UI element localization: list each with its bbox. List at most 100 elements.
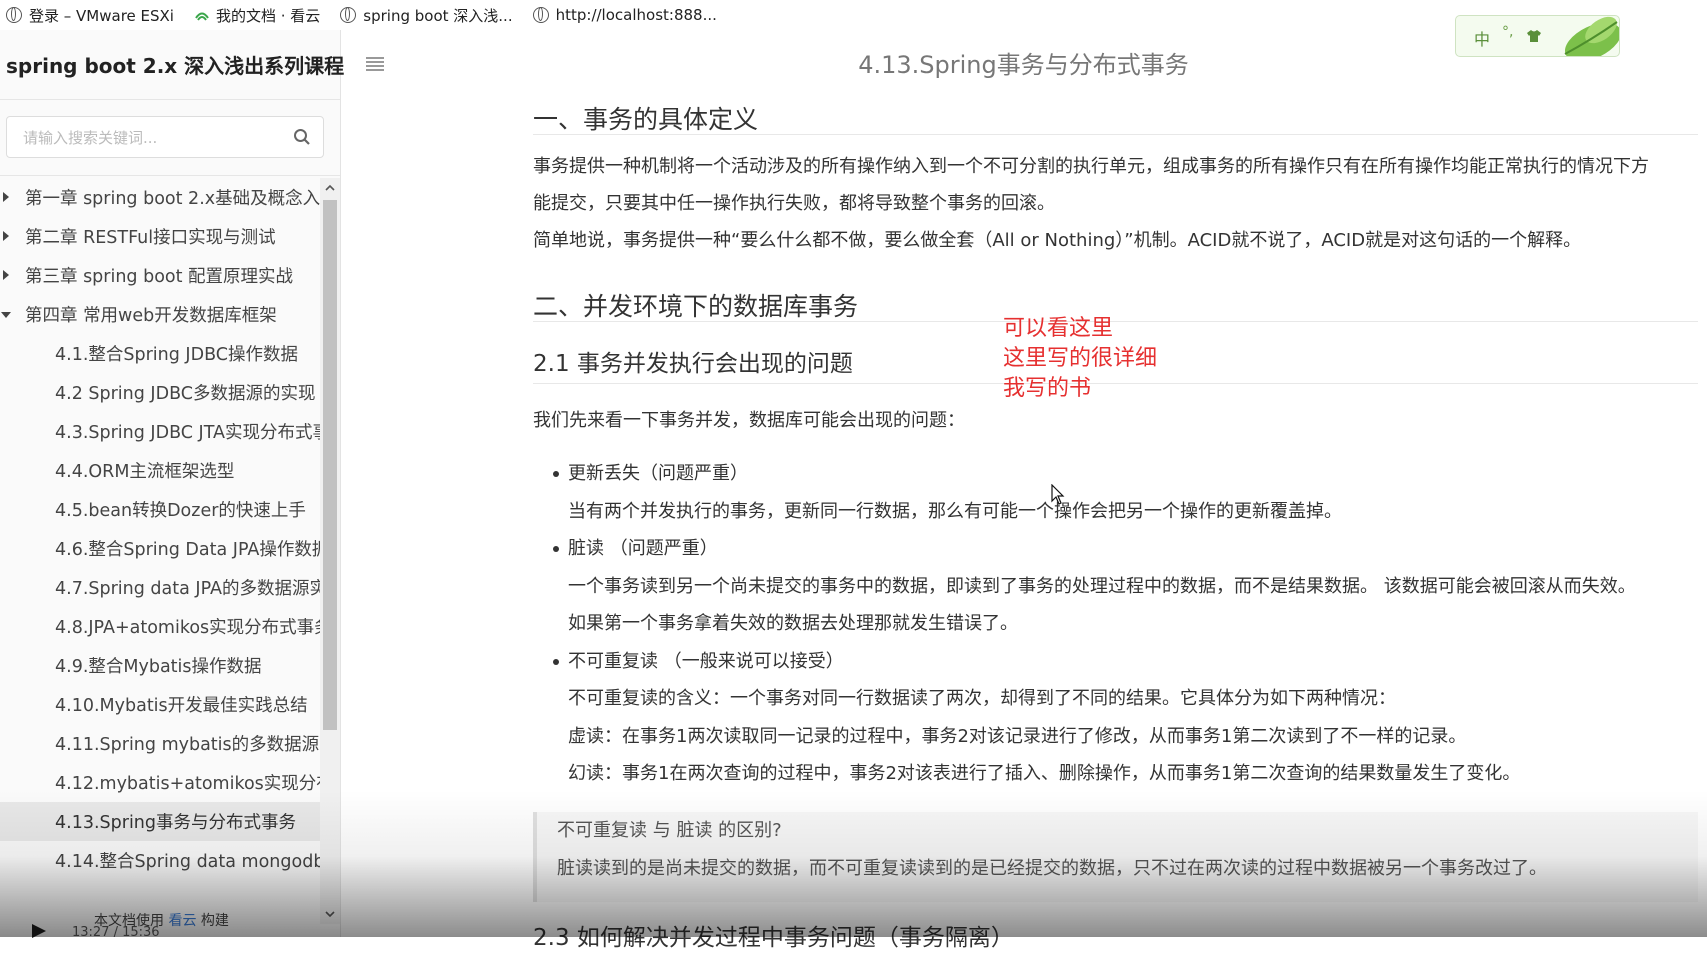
paragraph: 简单地说，事务提供一种“要么什么都不做，要么做全套（All or Nothing… xyxy=(533,230,1582,251)
toc-item-label: 4.2 Spring JDBC多数据源的实现 xyxy=(55,384,316,404)
bookmark-label: 登录 – VMware ESXi xyxy=(29,6,174,25)
ime-toolbar[interactable]: 中 °, xyxy=(1455,15,1620,57)
handwritten-annotation: 可以看这里 这里写的很详细 我写的书 xyxy=(1003,314,1157,404)
toc-item[interactable]: 4.9.整合Mybatis操作数据 xyxy=(0,646,320,685)
subsection-heading: 2.3 如何解决并发过程中事务问题（事务隔离） xyxy=(533,925,1014,951)
list-item: 不可重复读 （一般来说可以接受） 不可重复读的含义：一个事务对同一行数据读了两次… xyxy=(533,643,1698,793)
toc-item-active[interactable]: 4.13.Spring事务与分布式事务 xyxy=(0,802,320,841)
toc-item-label: 4.11.Spring mybatis的多数据源实现 xyxy=(55,735,320,755)
list-item-title: 更新丢失（问题严重） xyxy=(568,463,748,484)
toc-item-label: 4.10.Mybatis开发最佳实践总结 xyxy=(55,696,308,716)
list-item-line: 幻读：事务1在两次查询的过程中，事务2对该表进行了插入、删除操作，从而事务1第二… xyxy=(568,763,1521,784)
list-item: 脏读 （问题严重） 一个事务读到另一个尚未提交的事务中的数据，即读到了事务的处理… xyxy=(533,530,1698,643)
toc-item-label: 4.4.ORM主流框架选型 xyxy=(55,462,235,482)
chevron-down-icon[interactable] xyxy=(324,908,336,920)
list-item-line: 虚读：在事务1两次读取同一记录的过程中，事务2对该记录进行了修改，从而事务1第二… xyxy=(568,725,1467,747)
toc-item[interactable]: 4.8.JPA+atomikos实现分布式事务 xyxy=(0,607,320,646)
toc-item[interactable]: 4.7.Spring data JPA的多数据源实现 xyxy=(0,568,320,607)
divider xyxy=(0,99,340,100)
bookmark-label: 我的文档 · 看云 xyxy=(215,6,321,25)
bookmark-springboot[interactable]: spring boot 深入浅... xyxy=(340,5,513,26)
list-item-title: 脏读 （问题严重） xyxy=(568,538,718,559)
toc-item-label: 4.6.整合Spring Data JPA操作数据 xyxy=(55,540,320,560)
toc-item-label: 第二章 RESTFul接口实现与测试 xyxy=(25,228,276,248)
toc-list: 第一章 spring boot 2.x基础及概念入门 第二章 RESTFul接口… xyxy=(0,178,320,924)
issues-list: 更新丢失（问题严重） 当有两个并发执行的事务，更新同一行数据，那么有可能一个操作… xyxy=(533,455,1698,793)
toc-item[interactable]: 4.2 Spring JDBC多数据源的实现 xyxy=(0,373,320,412)
toc-item[interactable]: 4.4.ORM主流框架选型 xyxy=(0,451,320,490)
caret-right-icon[interactable] xyxy=(3,192,9,202)
globe-icon xyxy=(340,7,357,23)
annotation-line: 我写的书 xyxy=(1003,376,1092,401)
toc-item-label: 第四章 常用web开发数据库框架 xyxy=(25,306,277,326)
book-title[interactable]: spring boot 2.x 深入浅出系列课程 xyxy=(6,50,344,79)
leaf-icon xyxy=(1564,16,1619,56)
bookmark-kancloud[interactable]: 我的文档 · 看云 xyxy=(194,5,320,26)
list-item-line: 一个事务读到另一个尚未提交的事务中的数据，即读到了事务的处理过程中的数据，而不是… xyxy=(568,575,1636,597)
footer-link[interactable]: 看云 xyxy=(168,913,196,929)
caret-right-icon[interactable] xyxy=(3,231,9,241)
toc-item-label: 4.3.Spring JDBC JTA实现分布式事务 xyxy=(55,423,320,443)
toc-item[interactable]: 4.3.Spring JDBC JTA实现分布式事务 xyxy=(0,412,320,451)
shirt-icon[interactable] xyxy=(1526,29,1542,43)
blockquote: 不可重复读 与 脏读 的区别? 脏读读到的是尚未提交的数据，而不可重复读读到的是… xyxy=(533,812,1698,902)
chevron-up-icon[interactable] xyxy=(324,182,336,194)
toc-item[interactable]: 4.14.整合Spring data mongodb操作数据 xyxy=(0,841,320,880)
video-time: 13:27 / 15:36 xyxy=(72,925,160,940)
toc-item[interactable]: 4.11.Spring mybatis的多数据源实现 xyxy=(0,724,320,763)
search-icon[interactable] xyxy=(293,128,311,146)
bookmark-vmware[interactable]: 登录 – VMware ESXi xyxy=(6,5,174,26)
list-item-line: 如果第一个事务拿着失效的数据去处理那就发生错误了。 xyxy=(568,613,1018,634)
section-heading: 一、事务的具体定义 xyxy=(533,100,1698,135)
globe-icon xyxy=(532,7,549,23)
toc-item-label: 第一章 spring boot 2.x基础及概念入门 xyxy=(25,189,320,209)
toc-item[interactable]: 4.5.bean转换Dozer的快速上手 xyxy=(0,490,320,529)
bookmark-localhost[interactable]: http://localhost:888... xyxy=(532,6,717,24)
search-input[interactable] xyxy=(7,117,295,159)
toc-item[interactable]: 第三章 spring boot 配置原理实战 xyxy=(0,256,320,295)
annotation-line: 可以看这里 xyxy=(1003,316,1114,341)
list-item-line: 不可重复读的含义：一个事务对同一行数据读了两次，却得到了不同的结果。它具体分为如… xyxy=(568,688,1396,709)
bullet-icon xyxy=(553,471,559,477)
toc-item[interactable]: 4.12.mybatis+atomikos实现分布式事务 xyxy=(0,763,320,802)
search-box xyxy=(6,116,324,159)
sidebar: spring boot 2.x 深入浅出系列课程 第一章 spring boot… xyxy=(0,30,344,937)
bullet-icon xyxy=(553,546,559,552)
caret-down-icon[interactable] xyxy=(1,312,11,318)
bookmark-label: spring boot 深入浅... xyxy=(363,6,513,25)
toc-item[interactable]: 4.6.整合Spring Data JPA操作数据 xyxy=(0,529,320,568)
bookmark-label: http://localhost:888... xyxy=(555,6,717,24)
footer-suffix: 构建 xyxy=(200,913,229,929)
toc-item-label: 第三章 spring boot 配置原理实战 xyxy=(25,267,294,287)
toc-item[interactable]: 第二章 RESTFul接口实现与测试 xyxy=(0,217,320,256)
play-icon[interactable] xyxy=(30,924,48,938)
quote-title: 不可重复读 与 脏读 的区别? xyxy=(557,820,782,841)
toc-item-label: 4.1.整合Spring JDBC操作数据 xyxy=(55,345,298,365)
divider xyxy=(0,175,340,176)
paragraph: 能提交，只要其中任一操作执行失败，都将导致整个事务的回滚。 xyxy=(533,193,1055,214)
bookmarks-bar: 登录 – VMware ESXi 我的文档 · 看云 spring boot 深… xyxy=(0,0,1707,30)
list-item-line: 当有两个并发执行的事务，更新同一行数据，那么有可能一个操作会把另一个操作的更新覆… xyxy=(568,500,1342,522)
scrollbar-thumb[interactable] xyxy=(323,200,337,730)
toc-item-label: 4.12.mybatis+atomikos实现分布式事务 xyxy=(55,774,320,794)
caret-right-icon[interactable] xyxy=(3,270,9,280)
toc-scrollbar[interactable] xyxy=(320,178,340,924)
toc-item[interactable]: 4.10.Mybatis开发最佳实践总结 xyxy=(0,685,320,724)
toc-item-label: 4.9.整合Mybatis操作数据 xyxy=(55,657,262,677)
bullet-icon xyxy=(553,658,559,665)
paragraph: 事务提供一种机制将一个活动涉及的所有操作纳入到一个不可分割的执行单元，组成事务的… xyxy=(533,156,1649,177)
list-item-title: 不可重复读 （一般来说可以接受） xyxy=(568,650,844,672)
toc-item[interactable]: 4.1.整合Spring JDBC操作数据 xyxy=(0,334,320,373)
globe-icon xyxy=(6,7,22,23)
toc-item-label: 4.13.Spring事务与分布式事务 xyxy=(55,813,297,833)
ime-language-toggle[interactable]: 中 xyxy=(1474,26,1490,50)
paragraph: 我们先来看一下事务并发，数据库可能会出现的问题： xyxy=(533,410,965,431)
list-item: 更新丢失（问题严重） 当有两个并发执行的事务，更新同一行数据，那么有可能一个操作… xyxy=(533,455,1698,530)
toc-item-label: 4.7.Spring data JPA的多数据源实现 xyxy=(55,579,320,599)
ime-punct-toggle[interactable]: °, xyxy=(1502,24,1513,40)
toc-item[interactable]: 第一章 spring boot 2.x基础及概念入门 xyxy=(0,178,320,217)
toc-item[interactable]: 第四章 常用web开发数据库框架 xyxy=(0,295,320,334)
quote-body: 脏读读到的是尚未提交的数据，而不可重复读读到的是已经提交的数据，只不过在两次读的… xyxy=(557,858,1547,879)
cloud-icon xyxy=(195,12,209,21)
toc-item-label: 4.5.bean转换Dozer的快速上手 xyxy=(55,501,306,521)
